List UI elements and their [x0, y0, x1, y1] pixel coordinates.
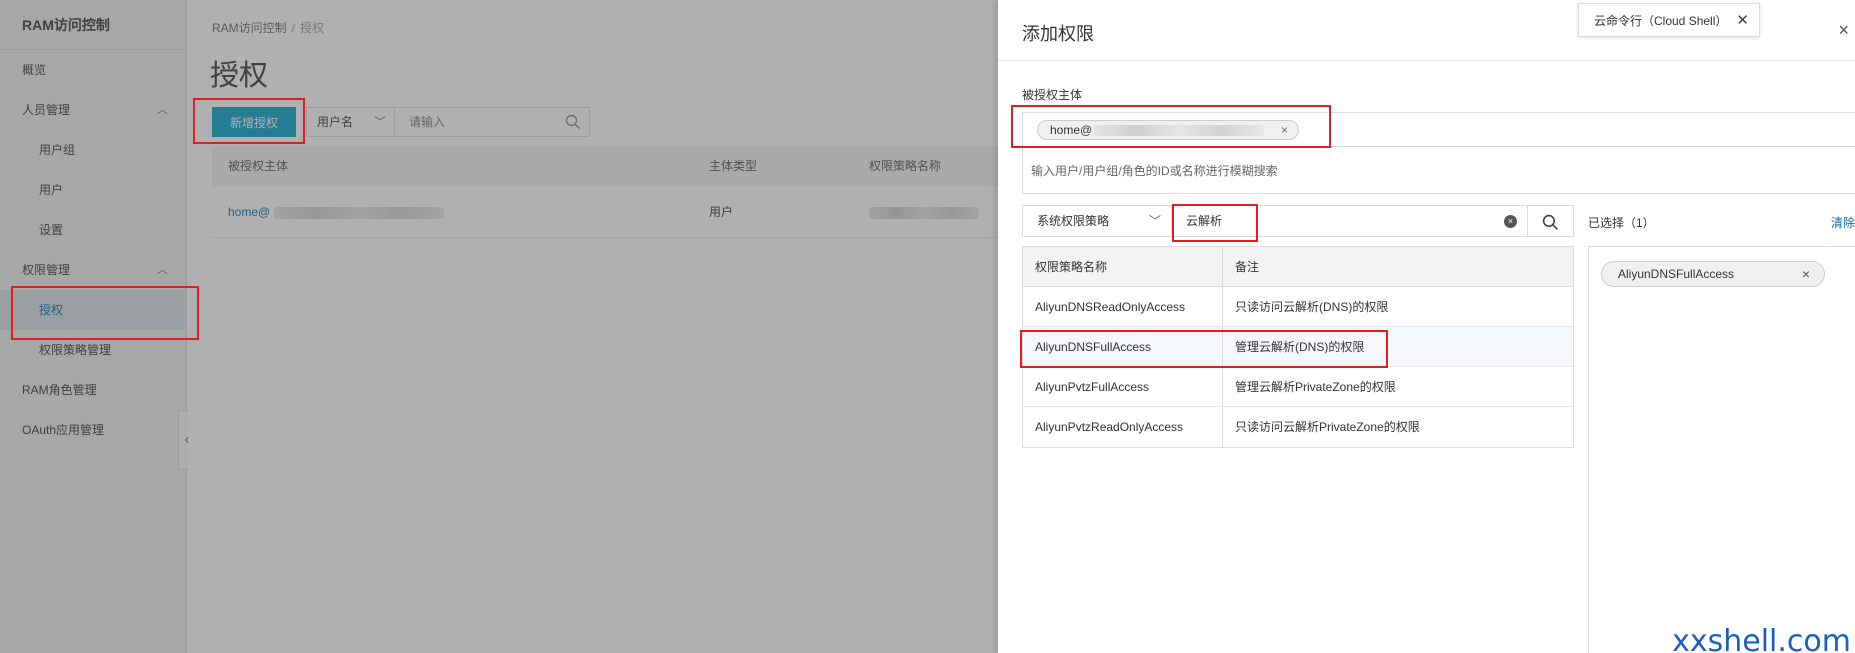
table-header: 权限策略名称 备注 [1023, 247, 1573, 287]
policy-name: AliyunPvtzFullAccess [1023, 367, 1223, 406]
chevron-down-icon: ﹀ [1148, 214, 1161, 228]
close-icon[interactable]: × [1838, 20, 1849, 41]
table-row[interactable]: AliyunPvtzReadOnlyAccess 只读访问云解析PrivateZ… [1023, 407, 1573, 447]
principal-tag: home@ × [1037, 120, 1299, 140]
policy-table: 权限策略名称 备注 AliyunDNSReadOnlyAccess 只读访问云解… [1022, 246, 1574, 448]
selected-panel: AliyunDNSFullAccess × [1588, 246, 1855, 653]
search-icon [1542, 214, 1558, 230]
add-permission-drawer: 添加权限 × 被授权主体 home@ × 输入用户/用户组/角色的ID或名称进行… [998, 0, 1855, 653]
clear-icon[interactable]: × [1504, 215, 1517, 228]
close-icon[interactable]: ✕ [1736, 4, 1749, 38]
watermark: xxshell.com [1672, 624, 1851, 653]
table-row[interactable]: AliyunDNSFullAccess 管理云解析(DNS)的权限 [1023, 327, 1573, 367]
column-header: 权限策略名称 [1023, 247, 1223, 286]
cloud-shell-tooltip[interactable]: 云命令行（Cloud Shell） ✕ [1578, 3, 1760, 37]
modal-overlay[interactable] [0, 0, 998, 653]
policy-type-select[interactable]: 系统权限策略 ﹀ [1022, 205, 1172, 237]
policy-note: 管理云解析PrivateZone的权限 [1235, 380, 1396, 394]
policy-name: AliyunDNSFullAccess [1023, 327, 1223, 366]
policy-search-value: 云解析 [1186, 214, 1223, 228]
principal-search-hint[interactable]: 输入用户/用户组/角色的ID或名称进行模糊搜索 [1022, 146, 1855, 194]
table-row[interactable]: AliyunPvtzFullAccess 管理云解析PrivateZone的权限 [1023, 367, 1573, 407]
cloud-shell-label: 云命令行（Cloud Shell） [1594, 14, 1728, 28]
policy-note: 只读访问云解析PrivateZone的权限 [1235, 420, 1420, 434]
redacted-text [1094, 125, 1265, 137]
column-header: 备注 [1235, 260, 1260, 274]
drawer-title: 添加权限 [1022, 24, 1094, 44]
principal-label: 被授权主体 [1022, 88, 1083, 102]
divider [998, 60, 1855, 61]
selected-policy-tag: AliyunDNSFullAccess × [1601, 261, 1825, 287]
remove-icon[interactable]: × [1802, 262, 1810, 286]
policy-note: 只读访问云解析(DNS)的权限 [1235, 300, 1389, 314]
policy-type-value: 系统权限策略 [1037, 214, 1110, 228]
selected-policy-label: AliyunDNSFullAccess [1618, 267, 1735, 281]
remove-icon[interactable]: × [1281, 121, 1288, 139]
table-row[interactable]: AliyunDNSReadOnlyAccess 只读访问云解析(DNS)的权限 [1023, 287, 1573, 327]
principal-input[interactable]: home@ × [1022, 112, 1855, 146]
policy-name: AliyunDNSReadOnlyAccess [1023, 287, 1223, 326]
policy-search-button[interactable] [1528, 205, 1574, 237]
principal-tag-label: home@ [1050, 123, 1093, 137]
policy-search-input[interactable]: 云解析 × [1172, 205, 1528, 237]
policy-note: 管理云解析(DNS)的权限 [1235, 340, 1365, 354]
policy-name: AliyunPvtzReadOnlyAccess [1023, 407, 1223, 447]
clear-selection-link[interactable]: 清除 [1831, 214, 1855, 231]
selected-count-label: 已选择（1） [1588, 216, 1655, 230]
